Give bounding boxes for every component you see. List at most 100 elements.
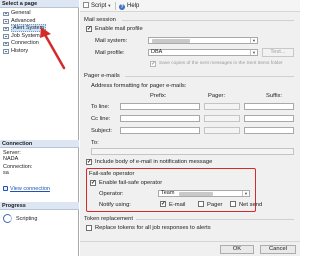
enable-mail-profile-checkbox[interactable]: ✓ xyxy=(86,26,92,32)
subject-suffix-input[interactable] xyxy=(244,127,294,134)
notify-netsend-label: Net send xyxy=(239,202,263,208)
page-icon xyxy=(3,49,9,54)
properties-pane: Script▼ ? Help Mail session ✓ Enable mail… xyxy=(80,0,300,256)
subject-label: Subject: xyxy=(91,128,112,134)
progress-header: Progress xyxy=(0,202,79,210)
page-item-label: Connection xyxy=(11,40,39,46)
mail-system-value-redacted xyxy=(152,39,190,43)
toolbar-separator xyxy=(115,2,116,10)
page-list: General Advanced Alert System Job System… xyxy=(0,10,79,55)
to-line-prefix-input[interactable] xyxy=(120,103,200,110)
enable-failsafe-label: Enable fail-safe operator xyxy=(99,180,163,186)
include-body-label: Include body of e-mail in notification m… xyxy=(95,159,213,165)
to-line-suffix-input[interactable] xyxy=(244,103,294,110)
subject-pager-input[interactable] xyxy=(204,127,240,134)
replace-tokens-label: Replace tokens for all job responses to … xyxy=(95,225,211,231)
token-replacement-title: Token replacement xyxy=(84,216,133,222)
group-divider xyxy=(125,76,294,77)
help-button[interactable]: ? Help xyxy=(119,0,139,12)
progress-status-label: Scripting xyxy=(16,216,38,222)
notify-email-label: E-mail xyxy=(169,202,186,208)
connection-header: Connection xyxy=(0,140,79,148)
chevron-down-icon: ▼ xyxy=(242,191,249,196)
page-item-label: History xyxy=(11,47,29,54)
help-icon: ? xyxy=(119,4,125,10)
save-copies-label: Save copies of the sent messages in the … xyxy=(159,61,283,66)
notify-pager-label: Pager xyxy=(207,202,223,208)
connection-value: sa xyxy=(3,170,9,176)
left-pane: Select a page General Advanced Alert Sys… xyxy=(0,0,79,256)
prefix-column-label: Prefix: xyxy=(150,93,167,99)
page-icon xyxy=(3,11,9,16)
script-icon xyxy=(83,2,89,8)
page-icon xyxy=(3,26,9,31)
to-line-label: To line: xyxy=(91,104,110,110)
notify-netsend-checkbox[interactable] xyxy=(230,201,236,207)
page-item-label: Alert System xyxy=(11,24,47,32)
view-connection-properties-link[interactable]: View connection xyxy=(3,186,50,192)
notify-using-label: Notify using: xyxy=(99,202,131,208)
suffix-column-label: Suffix: xyxy=(266,93,283,99)
operator-label: Operator: xyxy=(99,191,124,197)
help-label: Help xyxy=(127,3,140,9)
operator-value-redacted xyxy=(179,192,213,196)
cc-line-pager-input[interactable] xyxy=(204,115,240,122)
connection-info: Server: NADA Connection: sa xyxy=(0,150,79,176)
page-item-label: General xyxy=(11,10,31,16)
failsafe-title: Fail-safe operator xyxy=(89,171,135,177)
cc-line-suffix-input[interactable] xyxy=(244,115,294,122)
page-item-label: Advanced xyxy=(11,17,36,24)
page-icon xyxy=(3,41,9,46)
toolbar: Script▼ ? Help xyxy=(80,0,300,12)
to-line-pager-input[interactable] xyxy=(204,103,240,110)
to-label: To: xyxy=(91,140,99,146)
page-item-general[interactable]: General xyxy=(0,10,79,18)
page-item-connection[interactable]: Connection xyxy=(0,40,79,48)
progress-status: Scripting xyxy=(3,214,37,223)
page-icon xyxy=(3,34,9,39)
notify-email-checkbox[interactable]: ✓ xyxy=(160,201,166,207)
properties-icon xyxy=(3,186,8,191)
pager-column-label: Pager: xyxy=(208,93,226,99)
cc-line-label: Cc line: xyxy=(91,116,111,122)
group-divider xyxy=(122,20,294,21)
test-button[interactable]: Test... xyxy=(262,48,294,57)
chevron-down-icon: ▼ xyxy=(107,3,112,8)
script-button[interactable]: Script▼ xyxy=(83,0,111,12)
cancel-button[interactable]: Cancel xyxy=(260,245,296,254)
mail-system-dropdown[interactable]: ▼ xyxy=(148,37,258,44)
operator-value: Team xyxy=(161,190,175,196)
page-icon xyxy=(3,19,9,24)
chevron-down-icon: ▼ xyxy=(250,38,257,43)
mail-profile-label: Mail profile: xyxy=(95,50,125,56)
ok-button[interactable]: OK xyxy=(220,245,254,254)
cc-line-prefix-input[interactable] xyxy=(120,115,200,122)
page-item-history[interactable]: History xyxy=(0,48,79,56)
mail-profile-value: DBA xyxy=(151,49,163,55)
mail-system-label: Mail system: xyxy=(95,38,128,44)
script-label: Script xyxy=(91,3,107,9)
include-body-checkbox[interactable]: ✓ xyxy=(86,159,92,165)
replace-tokens-checkbox[interactable] xyxy=(86,225,92,231)
chevron-down-icon: ▼ xyxy=(250,50,257,55)
group-divider xyxy=(136,219,294,220)
progress-spinner-icon xyxy=(3,214,12,223)
page-item-alert-system[interactable]: Alert System xyxy=(0,24,79,33)
to-preview-field xyxy=(91,148,294,155)
address-formatting-label: Address formatting for pager e-mails: xyxy=(91,83,187,89)
subject-prefix-input[interactable] xyxy=(120,127,200,134)
enable-failsafe-checkbox[interactable]: ✓ xyxy=(90,180,96,186)
mail-session-title: Mail session xyxy=(84,17,116,23)
view-connection-label: View connection xyxy=(10,186,50,192)
mail-profile-dropdown[interactable]: DBA ▼ xyxy=(148,49,258,56)
server-value: NADA xyxy=(3,156,19,162)
pager-emails-title: Pager e-mails xyxy=(84,73,120,79)
operator-dropdown[interactable]: Team ▼ xyxy=(158,190,250,197)
select-page-header: Select a page xyxy=(0,0,79,8)
dialog-footer: OK Cancel xyxy=(80,241,300,256)
page-item-job-system[interactable]: Job System xyxy=(0,33,79,41)
enable-mail-profile-label: Enable mail profile xyxy=(95,26,143,32)
page-item-label: Job System xyxy=(11,32,40,39)
notify-pager-checkbox[interactable] xyxy=(198,201,204,207)
save-copies-checkbox[interactable]: ✓ xyxy=(150,61,156,67)
